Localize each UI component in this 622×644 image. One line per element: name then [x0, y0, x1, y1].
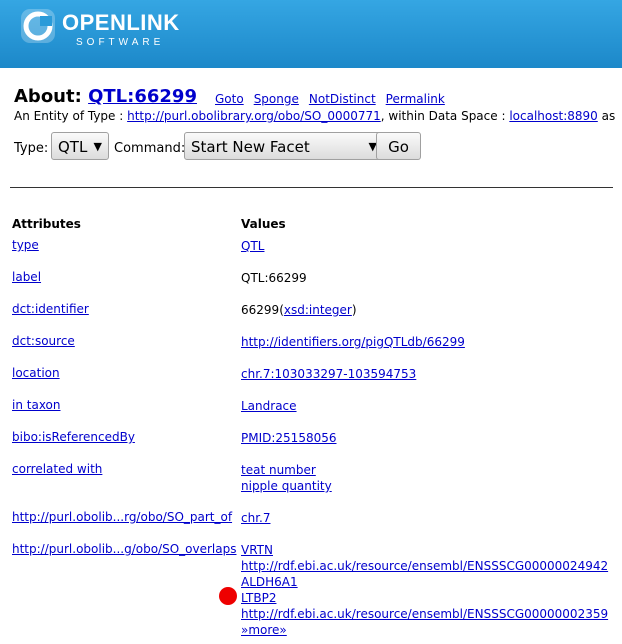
openlink-logo-icon — [21, 9, 55, 43]
brand-sub: SOFTWARE — [76, 37, 165, 48]
datatype-link[interactable]: xsd:integer — [284, 303, 352, 317]
pointer-marker-dot — [219, 587, 237, 605]
command-select[interactable]: Start New Facet ▼ — [184, 132, 384, 160]
page-title: About: QTL:66299 — [14, 86, 197, 107]
permalink-link[interactable]: Permalink — [386, 92, 445, 106]
value-link[interactable]: PMID:25158056 — [241, 431, 337, 445]
value-link[interactable]: http://identifiers.org/pigQTLdb/66299 — [241, 335, 465, 349]
goto-link[interactable]: Goto — [215, 92, 244, 106]
openlink-logo[interactable]: OPENLINK SOFTWARE — [18, 6, 180, 56]
value-link[interactable]: QTL — [241, 239, 264, 253]
attribute-link[interactable]: in taxon — [12, 398, 61, 412]
attribute-link[interactable]: correlated with — [12, 462, 102, 476]
attribute-link[interactable]: dct:identifier — [12, 302, 89, 316]
entity-type-link[interactable]: http://purl.obolibrary.org/obo/SO_000077… — [127, 109, 381, 123]
value-link[interactable]: Landrace — [241, 399, 297, 413]
type-select[interactable]: QTL ▼ — [51, 132, 109, 160]
more-link[interactable]: »more» — [241, 622, 608, 638]
entity-suffix: as — [601, 109, 616, 123]
value-link[interactable]: http://rdf.ebi.ac.uk/resource/ensembl/EN… — [241, 558, 608, 574]
attribute-link[interactable]: type — [12, 238, 39, 252]
command-select-value: Start New Facet — [191, 138, 310, 156]
value-text: 66299 — [241, 303, 280, 317]
values-header: Values — [241, 217, 286, 231]
value-link[interactable]: ALDH6A1 — [241, 574, 608, 590]
attribute-link[interactable]: dct:source — [12, 334, 75, 348]
value-link[interactable]: http://rdf.ebi.ac.uk/resource/ensembl/EN… — [241, 606, 608, 622]
dropdown-arrow-icon: ▼ — [93, 140, 102, 153]
sponge-link[interactable]: Sponge — [254, 92, 299, 106]
notdistinct-link[interactable]: NotDistinct — [309, 92, 376, 106]
type-label: Type: — [14, 141, 49, 156]
value-link[interactable]: nipple quantity — [241, 478, 332, 494]
attribute-link[interactable]: location — [12, 366, 60, 380]
site-header: OPENLINK SOFTWARE — [0, 0, 622, 68]
entity-middle: , within Data Space : — [380, 109, 506, 123]
value-link[interactable]: VRTN — [241, 542, 608, 558]
attribute-link[interactable]: http://purl.obolib...rg/obo/SO_part_of — [12, 510, 232, 524]
entity-prefix: An Entity of Type : — [14, 109, 124, 123]
attribute-link[interactable]: http://purl.obolib...g/obo/SO_overlaps — [12, 542, 236, 556]
go-button[interactable]: Go — [376, 132, 421, 160]
type-select-value: QTL — [58, 138, 88, 156]
command-label: Command: — [114, 141, 186, 156]
value-link[interactable]: chr.7 — [241, 511, 270, 525]
value-text: QTL:66299 — [241, 271, 307, 285]
entity-title-link[interactable]: QTL:66299 — [88, 86, 197, 107]
data-space-link[interactable]: localhost:8890 — [509, 109, 597, 123]
attribute-link[interactable]: label — [12, 270, 41, 284]
value-link[interactable]: teat number — [241, 462, 332, 478]
entity-description: An Entity of Type : http://purl.obolibra… — [14, 109, 615, 123]
about-prefix: About: — [14, 86, 82, 107]
about-links: Goto Sponge NotDistinct Permalink — [215, 92, 455, 106]
attributes-header: Attributes — [12, 217, 81, 231]
brand-name: OPENLINK — [62, 10, 180, 35]
attribute-link[interactable]: bibo:isReferencedBy — [12, 430, 135, 444]
value-link[interactable]: LTBP2 — [241, 590, 608, 606]
value-link[interactable]: chr.7:103033297-103594753 — [241, 367, 416, 381]
divider — [10, 187, 613, 188]
